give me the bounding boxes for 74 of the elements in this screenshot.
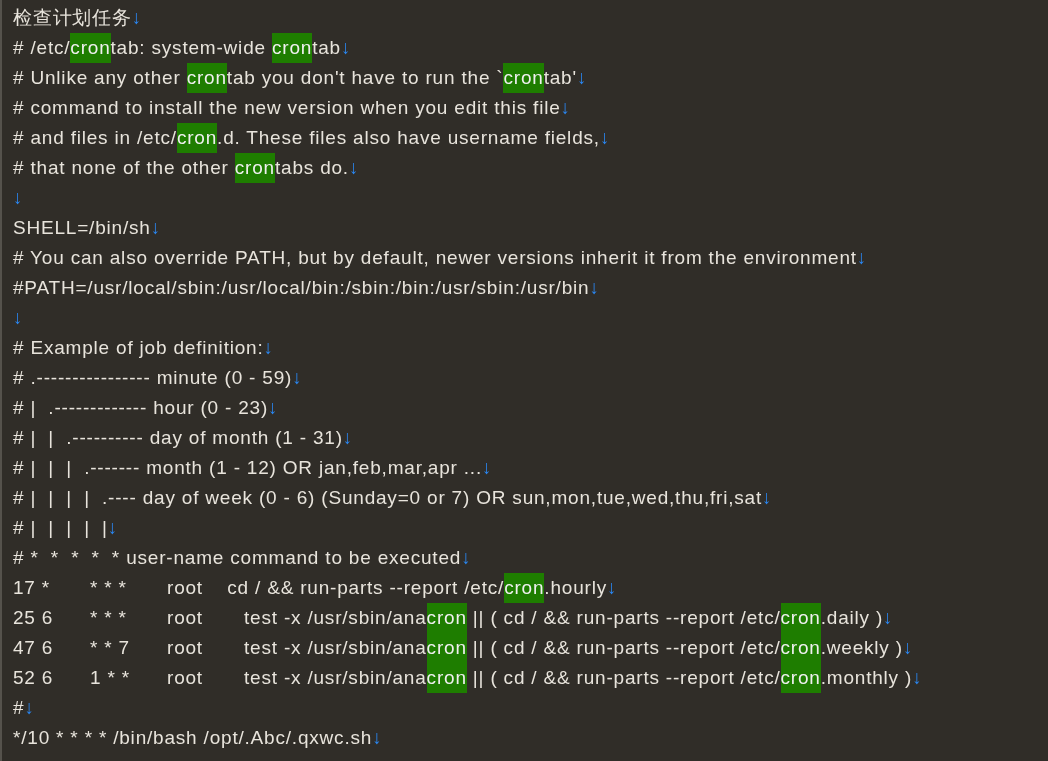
code-text: 25 6 * * * root test -x /usr/sbin/ana [13, 606, 427, 630]
code-text: tab' [543, 66, 577, 90]
line-end-mark: ↓ [599, 127, 610, 148]
code-text: tab you don't have to run the ` [226, 66, 504, 90]
line-end-mark: ↓ [883, 607, 893, 628]
code-text: */10 * * * * /bin/bash /opt/.Abc/.qxwc.sh [13, 726, 373, 750]
search-match: cron [426, 663, 467, 693]
line-end-mark: ↓ [560, 97, 571, 118]
code-text: # .---------------- minute (0 - 59) [13, 366, 293, 390]
code-text: .d. These files also have username fields, [217, 126, 600, 150]
search-match: cron [504, 573, 545, 603]
line-end-mark: ↓ [589, 277, 599, 298]
line-end-mark: ↓ [348, 157, 359, 178]
line-end-mark: ↓ [24, 697, 34, 718]
line-end-mark: ↓ [461, 547, 471, 568]
search-match: cron [426, 603, 467, 633]
code-text: tabs do. [274, 156, 349, 180]
line-end-mark: ↓ [263, 337, 274, 358]
code-text: # You can also override PATH, but by default, newer versions inherit it from the environment [13, 246, 857, 270]
code-text: # command to install the new version when you edit this file [13, 96, 561, 120]
code-text: # that none of the other [13, 156, 230, 180]
line-end-mark: ↓ [150, 217, 161, 238]
code-text: # and files in /etc/ [13, 126, 177, 150]
line-end-mark: ↓ [576, 67, 587, 88]
code-text: #PATH=/usr/local/sbin:/usr/local/bin:/sbin:/bin:/usr/sbin:/usr/bin [13, 276, 590, 300]
search-match: cron [780, 663, 821, 693]
line-end-mark: ↓ [912, 667, 922, 688]
line-end-mark: ↓ [340, 37, 351, 58]
code-text: # | | | .------- month (1 - 12) OR jan,feb,mar,apr ... [13, 456, 482, 480]
code-text: # Unlike any other [13, 66, 182, 90]
search-match: cron [780, 633, 821, 663]
code-text: # | | .---------- day of month (1 - 31) [13, 426, 343, 450]
line-end-mark: ↓ [107, 517, 118, 538]
line-end-mark: ↓ [607, 577, 617, 598]
search-match: cron [70, 33, 111, 63]
line-end-mark: ↓ [482, 457, 492, 478]
code-text: 52 6 1 * * root test -x /usr/sbin/ana [13, 666, 427, 690]
search-match: cron [780, 603, 821, 633]
code-text: 检查计划任务 [13, 6, 132, 30]
code-text: tab: system-wide [110, 36, 267, 60]
code-text: # [13, 696, 25, 720]
code-text: .hourly [544, 576, 607, 600]
code-text: SHELL=/bin/sh [13, 216, 151, 240]
line-end-mark: ↓ [372, 727, 382, 748]
line-end-mark: ↓ [131, 7, 142, 28]
line-end-mark: ↓ [13, 307, 23, 328]
code-text: # Example of job definition: [13, 336, 264, 360]
line-end-mark: ↓ [902, 637, 913, 658]
search-match: cron [503, 63, 544, 93]
search-match: cron [271, 33, 313, 63]
line-end-mark: ↓ [268, 397, 278, 418]
code-text: .weekly ) [820, 636, 903, 660]
line-end-mark: ↓ [292, 367, 302, 388]
code-text: # * * * * * user-name command to be executed [13, 546, 462, 570]
code-text: tab [312, 36, 341, 60]
code-text: || ( cd / && run-parts --report /etc/ [471, 636, 781, 660]
search-match: cron [186, 63, 227, 93]
code-text: || ( cd / && run-parts --report /etc/ [471, 606, 781, 630]
code-text: # | | | | .---- day of week (0 - 6) (Sunday=0 or 7) OR sun,mon,tue,wed,thu,fri,sat [13, 486, 763, 510]
search-match: cron [234, 153, 275, 183]
line-end-mark: ↓ [762, 487, 772, 508]
code-text: || ( cd / && run-parts --report /etc/ [471, 666, 781, 690]
code-text: 47 6 * * 7 root test -x /usr/sbin/ana [13, 636, 427, 660]
line-end-mark: ↓ [13, 187, 23, 208]
line-end-mark: ↓ [342, 427, 353, 448]
line-end-mark: ↓ [856, 247, 867, 268]
code-text: .daily ) [820, 606, 884, 630]
code-text: # | | | | | [13, 516, 108, 540]
code-text: 17 * * * * root cd / && run-parts --report /etc/ [13, 576, 505, 600]
code-text: .monthly ) [820, 666, 913, 690]
code-text: # | .------------- hour (0 - 23) [13, 396, 269, 420]
code-text: # /etc/ [13, 36, 71, 60]
search-match: cron [426, 633, 467, 663]
search-match: cron [176, 123, 218, 153]
